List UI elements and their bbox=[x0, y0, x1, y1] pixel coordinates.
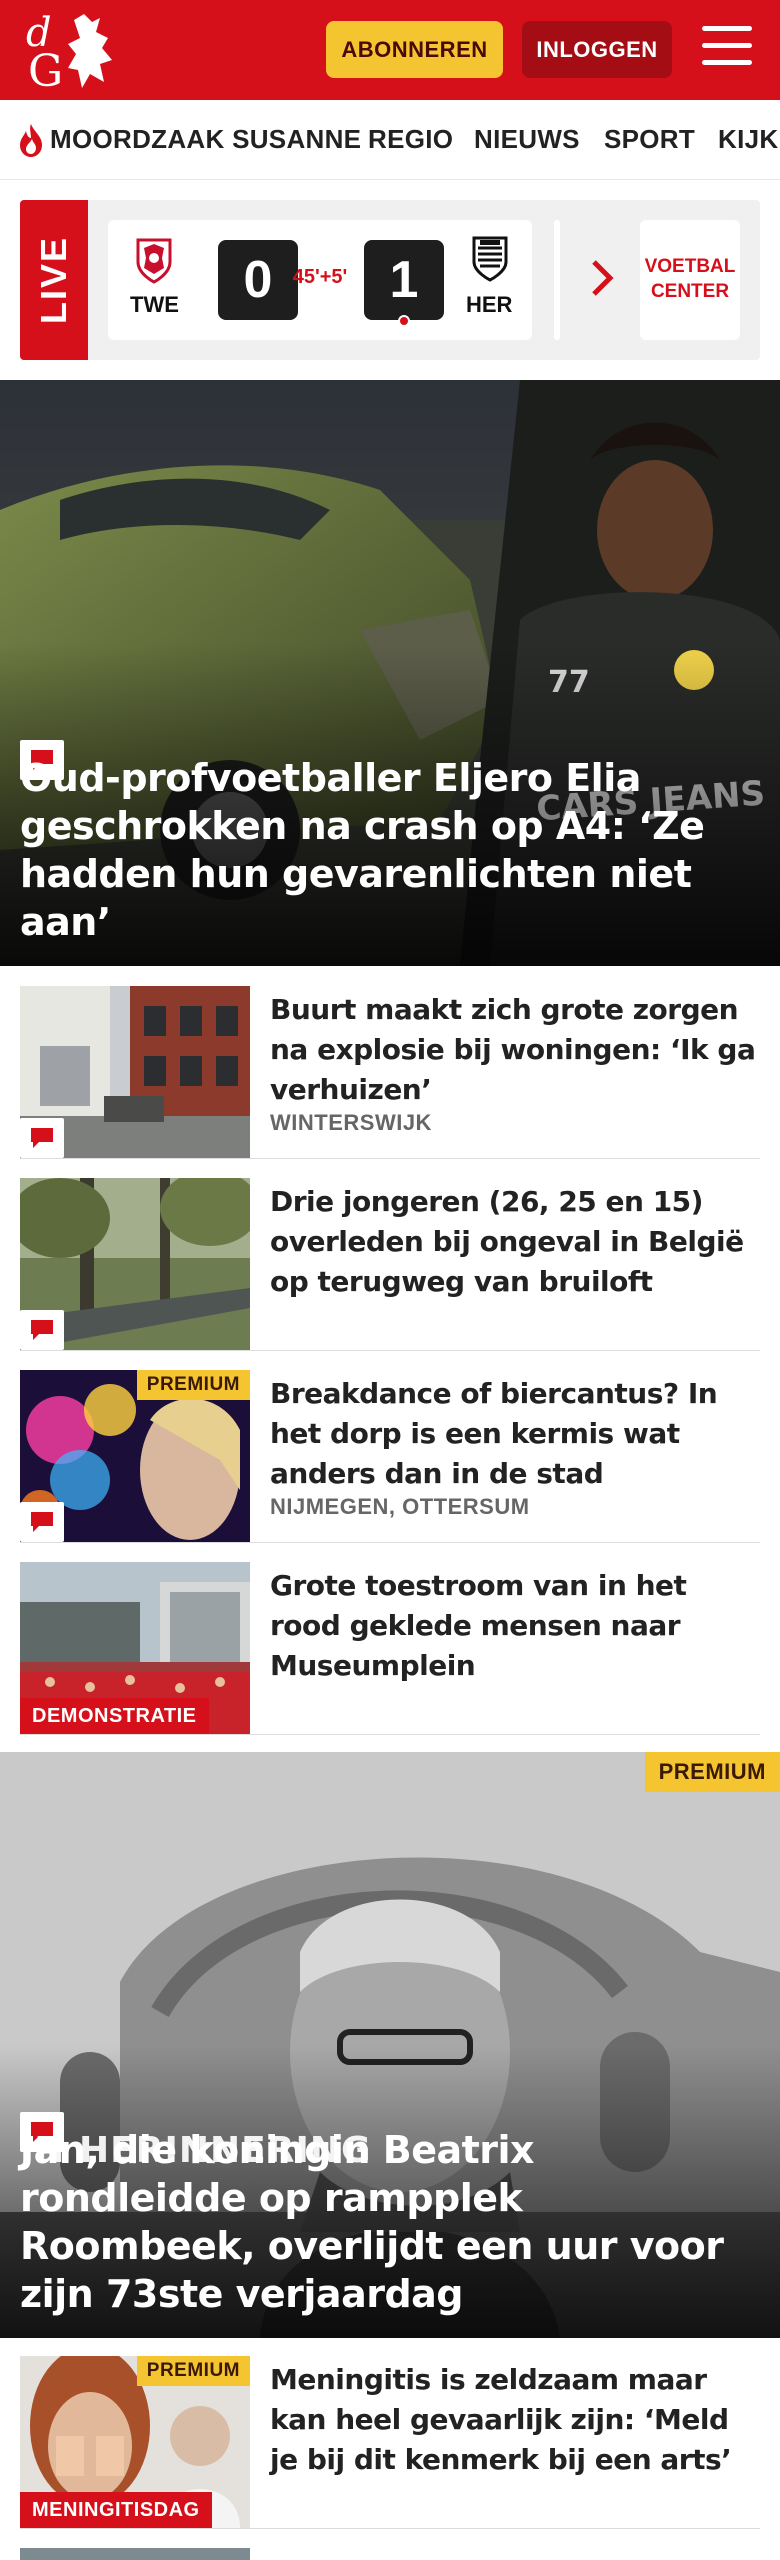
away-score: 1 bbox=[364, 240, 444, 320]
live-tab[interactable]: LIVE bbox=[20, 200, 88, 360]
match-card[interactable]: TWE 0 45'+5' 1 HER bbox=[108, 220, 532, 340]
next-article-thumbnail bbox=[20, 2548, 250, 2560]
hero-headline[interactable]: Oud-profvoetballer Eljero Elia geschrokk… bbox=[20, 754, 760, 946]
subscribe-button[interactable]: ABONNEREN bbox=[326, 21, 503, 78]
heracles-crest-icon bbox=[472, 236, 508, 282]
next-match-card-edge bbox=[554, 220, 560, 340]
article-headline[interactable]: Drie jongeren (26, 25 en 15) overleden b… bbox=[270, 1182, 760, 1302]
feature-headline[interactable]: Jan, die koningin Beatrix rondleidde op … bbox=[20, 2126, 760, 2318]
article-thumbnail: DEMONSTRATIE bbox=[20, 1562, 250, 1734]
article-location: NIJMEGEN, OTTERSUM bbox=[270, 1494, 530, 1519]
nav-item-moordzaak-susanne[interactable]: MOORDZAAK SUSANNE bbox=[50, 124, 361, 155]
live-indicator-dot bbox=[398, 315, 410, 327]
feature-article[interactable]: PREMIUM IN HERINNERING Jan, die koningin… bbox=[0, 1752, 780, 2338]
svg-text:G: G bbox=[28, 46, 63, 94]
premium-badge: PREMIUM bbox=[136, 2356, 250, 2386]
live-score-widget: LIVE TWE 0 45'+5' 1 HER VOETBAL CENTER bbox=[20, 200, 760, 360]
list-item[interactable]: DEMONSTRATIE Grote toestroom van in het … bbox=[20, 1562, 760, 1735]
logo-icon[interactable]: d G bbox=[22, 8, 122, 94]
article-headline[interactable]: Buurt maakt zich grote zorgen na explosi… bbox=[270, 990, 760, 1110]
comments-icon bbox=[20, 1502, 64, 1542]
section-nav: MOORDZAAK SUSANNE REGIO NIEUWS SPORT KIJ… bbox=[0, 100, 780, 180]
list-item[interactable]: PREMIUM MENINGITISDAG Meningitis is zeld… bbox=[20, 2356, 760, 2529]
premium-badge: PREMIUM bbox=[136, 1370, 250, 1400]
flame-icon bbox=[20, 124, 42, 157]
match-minute: 45'+5' bbox=[292, 266, 348, 288]
nav-item-kijk[interactable]: KIJK bbox=[718, 124, 778, 155]
nav-item-sport[interactable]: SPORT bbox=[604, 124, 695, 155]
chevron-right-icon[interactable] bbox=[588, 256, 618, 300]
home-team-abbr: TWE bbox=[130, 292, 179, 317]
article-thumbnail: PREMIUM MENINGITISDAG bbox=[20, 2356, 250, 2528]
article-headline[interactable]: Grote toestroom van in het rood geklede … bbox=[270, 1566, 760, 1686]
away-team-abbr: HER bbox=[466, 292, 513, 317]
nav-item-nieuws[interactable]: NIEUWS bbox=[474, 124, 580, 155]
category-tag[interactable]: MENINGITISDAG bbox=[20, 2492, 212, 2528]
fc-twente-crest-icon bbox=[136, 238, 172, 284]
article-thumbnail bbox=[20, 986, 250, 1158]
list-item[interactable]: PREMIUM Breakdance of biercantus? In het… bbox=[20, 1370, 760, 1543]
hamburger-menu-icon[interactable] bbox=[702, 26, 752, 70]
comments-icon bbox=[20, 1118, 64, 1158]
nav-item-regio[interactable]: REGIO bbox=[368, 124, 453, 155]
article-thumbnail bbox=[20, 1178, 250, 1350]
voetbal-center-link[interactable]: VOETBAL CENTER bbox=[640, 220, 740, 340]
hero-article[interactable]: CARS JEANS 77 Oud-profvoetballer Eljero … bbox=[0, 380, 780, 966]
article-headline[interactable]: Breakdance of biercantus? In het dorp is… bbox=[270, 1374, 760, 1494]
premium-badge: PREMIUM bbox=[644, 1752, 780, 1792]
comments-icon bbox=[20, 1310, 64, 1350]
category-tag[interactable]: DEMONSTRATIE bbox=[20, 1698, 209, 1734]
article-headline[interactable]: Meningitis is zeldzaam maar kan heel gev… bbox=[270, 2360, 760, 2480]
list-item[interactable]: Drie jongeren (26, 25 en 15) overleden b… bbox=[20, 1178, 760, 1351]
site-header: d G ABONNEREN INLOGGEN bbox=[0, 0, 780, 100]
article-location: WINTERSWIJK bbox=[270, 1110, 432, 1135]
live-label: LIVE bbox=[33, 235, 74, 325]
list-item[interactable]: Buurt maakt zich grote zorgen na explosi… bbox=[20, 986, 760, 1159]
article-thumbnail: PREMIUM bbox=[20, 1370, 250, 1542]
login-button[interactable]: INLOGGEN bbox=[522, 21, 672, 78]
